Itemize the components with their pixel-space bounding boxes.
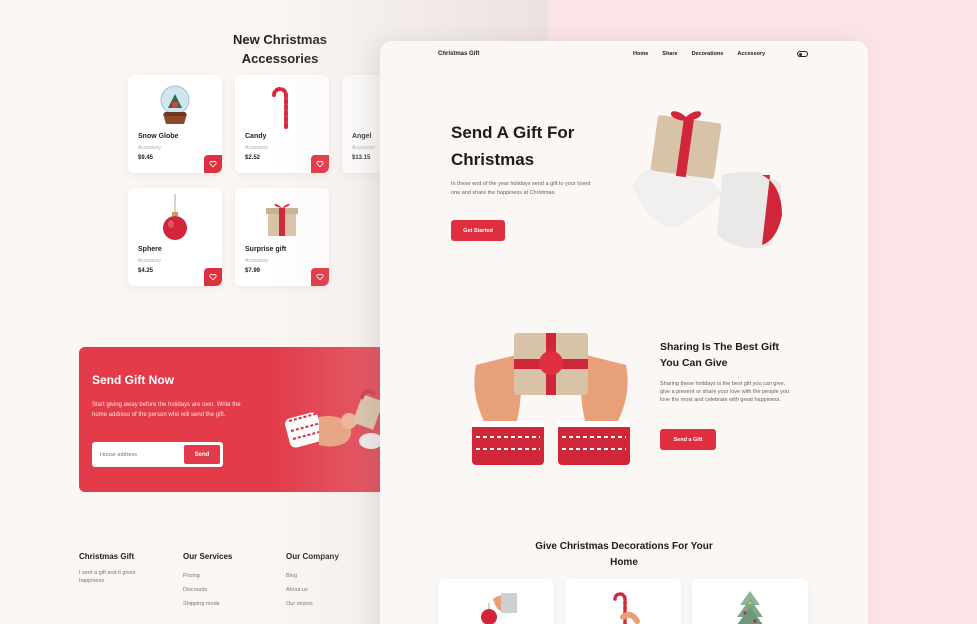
footer-link-discounts[interactable]: Discounts: [183, 583, 232, 597]
address-form: Send: [92, 442, 223, 467]
heart-icon: [209, 155, 217, 173]
send-a-gift-button[interactable]: Send a Gift: [660, 429, 716, 450]
product-price: $9.45: [138, 155, 154, 161]
product-card-candy[interactable]: Candy Accessory $2.52: [235, 75, 329, 173]
product-name: Surprise gift: [245, 246, 287, 253]
product-price: $7.99: [245, 268, 261, 274]
footer-services: Our Services Pricing Discounts Shipping …: [183, 552, 232, 611]
heart-icon: [316, 155, 324, 173]
share-title: Sharing Is The Best Gift You Can Give: [660, 341, 780, 369]
decoration-card[interactable]: [565, 579, 681, 624]
footer-brand: Christmas Gift I sent a gift and it give…: [79, 552, 159, 585]
product-price: $4.25: [138, 268, 154, 274]
send-gift-panel: Send Gift Now Start giving away before t…: [79, 347, 399, 492]
favorite-button[interactable]: [204, 268, 222, 286]
hero-description: In these end of the year holidays send a…: [451, 181, 591, 196]
theme-toggle[interactable]: [797, 51, 808, 57]
product-category: Accessory: [245, 258, 269, 264]
hero-title: Send A Gift For Christmas: [451, 123, 575, 169]
product-name: Candy: [245, 133, 267, 140]
house-address-input[interactable]: [100, 442, 180, 467]
footer-company-title: Our Company: [286, 552, 339, 561]
product-price: $13.15: [352, 155, 371, 161]
snow-globe-icon: [128, 81, 222, 129]
candy-cane-icon: [235, 81, 329, 129]
product-name: Angel: [352, 133, 372, 140]
product-category: Accessory: [352, 145, 376, 151]
mitten-gift-illustration: [279, 377, 389, 472]
send-gift-title: Send Gift Now: [92, 373, 174, 387]
gift-box-icon: [235, 194, 329, 242]
footer-brand-title: Christmas Gift: [79, 552, 135, 561]
product-category: Accessory: [138, 258, 162, 264]
share-description: Sharing these holidays is the best gift …: [660, 381, 790, 403]
get-started-button[interactable]: Get Started: [451, 220, 505, 241]
accessories-title: New Christmas Accessories: [233, 32, 327, 66]
logo[interactable]: Christmas Gift: [438, 51, 479, 57]
nav-accessory[interactable]: Accessory: [737, 51, 765, 57]
christmas-tree-icon: [692, 589, 808, 624]
nav-decorations[interactable]: Decorations: [692, 51, 724, 57]
product-name: Sphere: [138, 246, 162, 253]
ornament-ball-icon: [128, 194, 222, 242]
footer-link-shipping-mode[interactable]: Shipping mode: [183, 597, 232, 611]
footer-brand-description: I sent a gift and it gives happiness: [79, 570, 136, 584]
product-category: Accessory: [245, 145, 269, 151]
decoration-card[interactable]: [438, 579, 554, 624]
ornament-hand-icon: [438, 589, 554, 624]
favorite-button[interactable]: [311, 268, 329, 286]
footer-company: Our Company Blog About us Our mision: [286, 552, 339, 611]
favorite-button[interactable]: [311, 155, 329, 173]
product-category: Accessory: [138, 145, 162, 151]
foreground-page: Christmas Gift Home Share Decorations Ac…: [380, 41, 868, 624]
footer-link-pricing[interactable]: Pricing: [183, 569, 232, 583]
nav-share[interactable]: Share: [662, 51, 677, 57]
decorations-title: Give Christmas Decorations For Your Home: [535, 541, 713, 568]
main-nav: Home Share Decorations Accessory: [633, 51, 765, 57]
footer-link-blog[interactable]: Blog: [286, 569, 339, 583]
hands-gift-illustration: [466, 325, 636, 480]
heart-icon: [316, 268, 324, 286]
send-gift-description: Start giving away before the holidays ar…: [92, 402, 241, 418]
glove-gift-illustration: [622, 105, 792, 260]
product-name: Snow Globe: [138, 133, 179, 140]
footer-link-our-mision[interactable]: Our mision: [286, 597, 339, 611]
send-button[interactable]: Send: [183, 444, 221, 465]
footer-services-title: Our Services: [183, 552, 233, 561]
decoration-card[interactable]: [692, 579, 808, 624]
heart-icon: [209, 268, 217, 286]
product-price: $2.52: [245, 155, 261, 161]
product-card-snow-globe[interactable]: Snow Globe Accessory $9.45: [128, 75, 222, 173]
favorite-button[interactable]: [204, 155, 222, 173]
candy-cane-icon: [565, 589, 681, 624]
product-card-sphere[interactable]: Sphere Accessory $4.25: [128, 188, 222, 286]
product-card-surprise-gift[interactable]: Surprise gift Accessory $7.99: [235, 188, 329, 286]
nav-home[interactable]: Home: [633, 51, 648, 57]
footer-link-about-us[interactable]: About us: [286, 583, 339, 597]
